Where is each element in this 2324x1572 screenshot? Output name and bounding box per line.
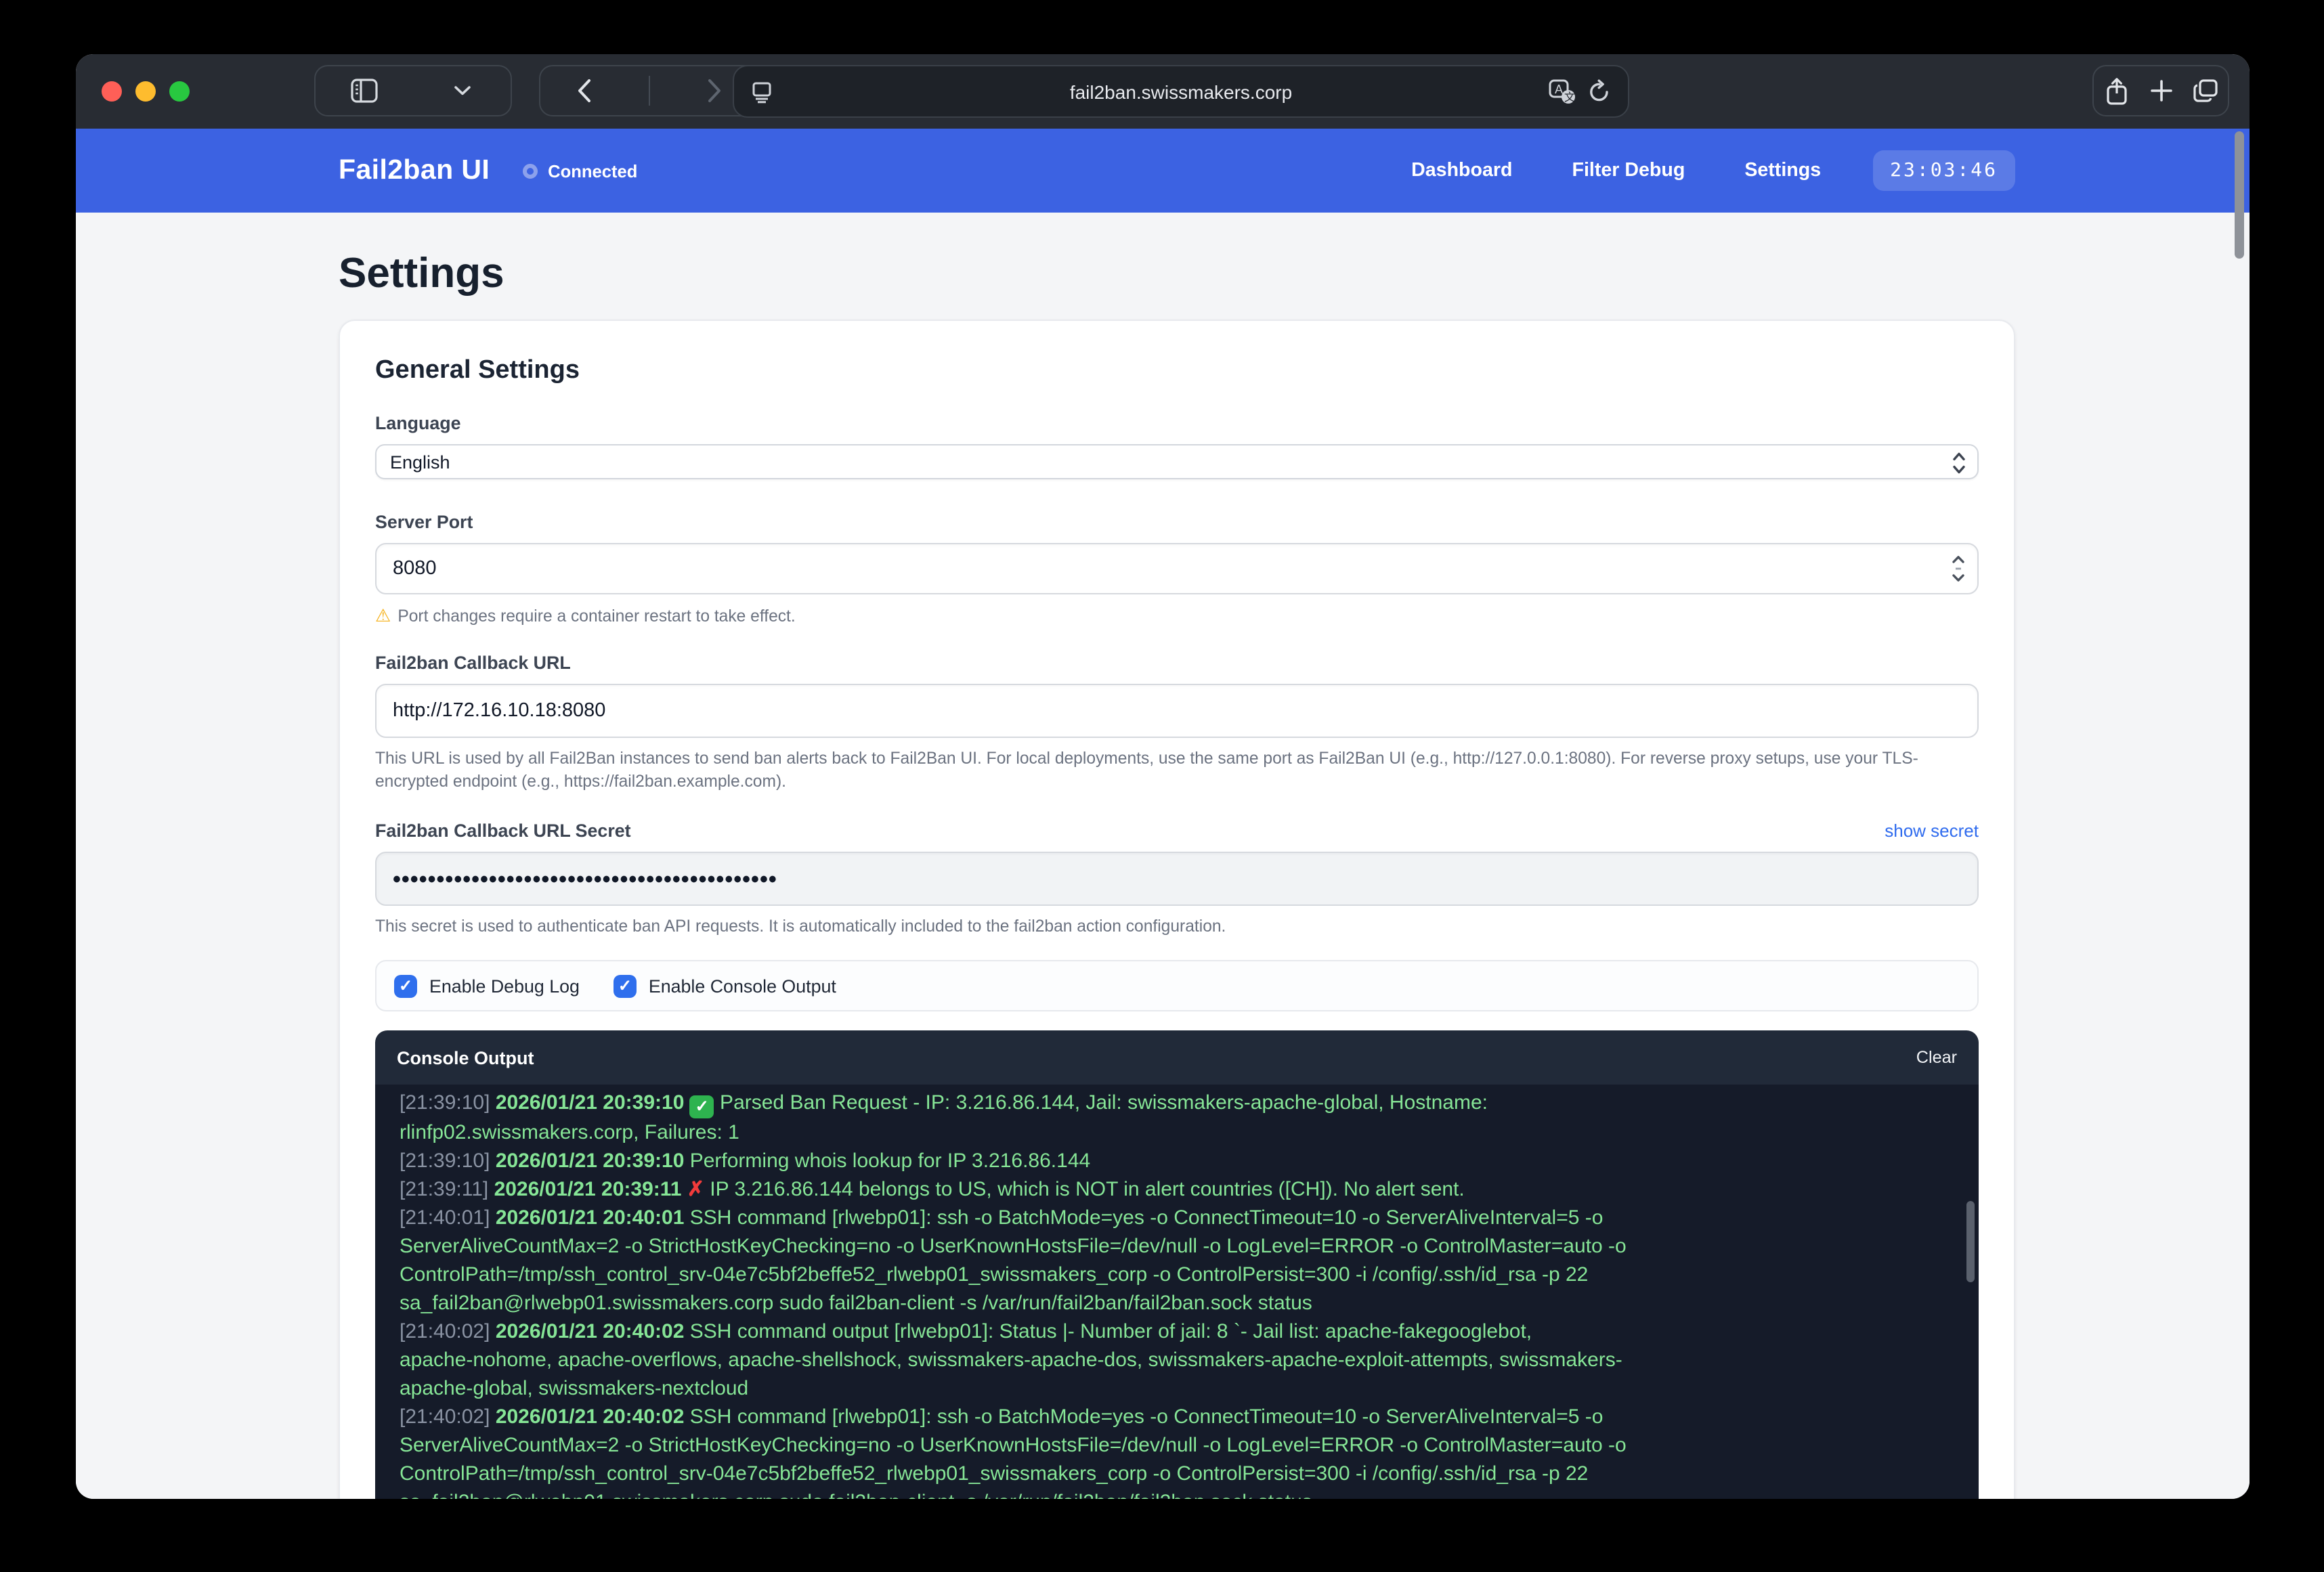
console-panel: Console Output Clear [21:39:10] 2026/01/… — [375, 1030, 1979, 1499]
back-icon[interactable] — [560, 66, 609, 115]
show-secret-link[interactable]: show secret — [1885, 821, 1979, 841]
console-output[interactable]: [21:39:10] 2026/01/21 20:39:10 ✓ Parsed … — [375, 1085, 1979, 1499]
console-header: Console Output Clear — [375, 1030, 1979, 1085]
select-stepper-icon — [1952, 451, 1966, 475]
new-tab-icon[interactable] — [2138, 66, 2183, 115]
log-options-panel: ✓ Enable Debug Log ✓ Enable Console Output — [375, 960, 1979, 1011]
url-text: fail2ban.swissmakers.corp — [734, 81, 1628, 102]
translate-icon[interactable]: A文 — [1548, 79, 1576, 106]
nav-link-settings[interactable]: Settings — [1744, 160, 1821, 181]
checkbox-checked-icon[interactable]: ✓ — [614, 974, 637, 997]
checkbox-label: Enable Console Output — [649, 976, 836, 996]
checkbox-label: Enable Debug Log — [429, 976, 580, 996]
history-nav-group — [539, 65, 760, 116]
chevron-down-icon[interactable] — [437, 66, 486, 115]
svg-text:文: 文 — [1564, 91, 1575, 104]
language-label: Language — [375, 413, 1979, 433]
screenshot-stage: fail2ban.swissmakers.corp A文 — [0, 0, 2324, 1572]
app-brand[interactable]: Fail2ban UI — [339, 154, 490, 187]
language-select[interactable]: English — [375, 444, 1979, 479]
sidebar-icon[interactable] — [340, 66, 389, 115]
callback-secret-label: Fail2ban Callback URL Secret — [375, 821, 631, 841]
minimize-window-button[interactable] — [135, 81, 156, 102]
console-line: [21:39:11] 2026/01/21 20:39:11 ✗ IP 3.21… — [400, 1175, 1965, 1204]
console-line: [21:40:02] 2026/01/21 20:40:02 SSH comma… — [400, 1403, 1965, 1431]
address-bar[interactable]: fail2ban.swissmakers.corp A文 — [733, 65, 1629, 118]
connection-status: Connected — [522, 160, 637, 181]
language-value: English — [390, 452, 450, 472]
server-port-input[interactable] — [375, 543, 1979, 594]
console-clear-button[interactable]: Clear — [1916, 1048, 1957, 1067]
section-title: General Settings — [375, 356, 1979, 386]
console-line: sa_fail2ban@rlwebp01.swissmakers.corp su… — [400, 1488, 1965, 1499]
console-line: sa_fail2ban@rlwebp01.swissmakers.corp su… — [400, 1289, 1965, 1317]
nav-link-dashboard[interactable]: Dashboard — [1411, 160, 1512, 181]
console-line: ServerAliveCountMax=2 -o StrictHostKeyCh… — [400, 1232, 1965, 1261]
console-line: ControlPath=/tmp/ssh_control_srv-04e7c5b… — [400, 1261, 1965, 1289]
callback-secret-help: This secret is used to authenticate ban … — [375, 915, 1979, 938]
console-line: [21:39:10] 2026/01/21 20:39:10 ✓ Parsed … — [400, 1089, 1965, 1118]
callback-url-input[interactable] — [375, 684, 1979, 738]
callback-url-help: This URL is used by all Fail2Ban instanc… — [375, 747, 1979, 793]
sidebar-toggle-group — [314, 65, 512, 116]
status-ring-icon — [522, 163, 537, 178]
toolbar-right-group — [2092, 65, 2229, 116]
console-line: apache-nohome, apache-overflows, apache-… — [400, 1346, 1965, 1374]
svg-text:A: A — [1555, 83, 1563, 96]
page-settings-icon[interactable] — [750, 77, 773, 107]
share-icon[interactable] — [2094, 66, 2138, 115]
checkbox-checked-icon[interactable]: ✓ — [394, 974, 417, 997]
console-line: [21:40:01] 2026/01/21 20:40:01 SSH comma… — [400, 1204, 1965, 1232]
clock-badge: 23:03:46 — [1872, 150, 2015, 191]
nav-link-filter-debug[interactable]: Filter Debug — [1572, 160, 1685, 181]
callback-secret-input[interactable] — [375, 852, 1979, 906]
server-port-label: Server Port — [375, 512, 1979, 532]
reload-icon[interactable] — [1587, 79, 1612, 106]
warning-icon: ⚠ — [375, 605, 391, 626]
console-line: ControlPath=/tmp/ssh_control_srv-04e7c5b… — [400, 1460, 1965, 1488]
port-warning: ⚠Port changes require a container restar… — [375, 604, 1979, 628]
number-stepper-icon[interactable] — [1950, 552, 1966, 585]
close-window-button[interactable] — [102, 81, 122, 102]
checkbox-item-enable-console-output[interactable]: ✓ Enable Console Output — [614, 974, 836, 997]
tab-overview-icon[interactable] — [2183, 66, 2228, 115]
page-scrollbar-thumb[interactable] — [2235, 131, 2244, 259]
page-content: Settings General Settings Language Engli… — [76, 213, 2250, 1499]
status-label: Connected — [548, 160, 637, 181]
browser-window: fail2ban.swissmakers.corp A文 — [76, 54, 2250, 1499]
console-title: Console Output — [397, 1047, 534, 1068]
error-cross-icon: ✗ — [687, 1178, 704, 1201]
console-line: rlinfp02.swissmakers.corp, Failures: 1 — [400, 1118, 1965, 1147]
callback-url-label: Fail2ban Callback URL — [375, 653, 1979, 673]
console-line: [21:39:10] 2026/01/21 20:39:10 Performin… — [400, 1147, 1965, 1175]
browser-toolbar: fail2ban.swissmakers.corp A文 — [76, 54, 2250, 129]
page-title: Settings — [339, 249, 504, 298]
general-settings-card: General Settings Language English Server… — [339, 320, 2015, 1499]
app-navbar: Fail2ban UI Connected Dashboard Filter De… — [76, 129, 2250, 213]
toolbar-divider — [649, 76, 650, 106]
console-line: ServerAliveCountMax=2 -o StrictHostKeyCh… — [400, 1431, 1965, 1460]
success-check-icon: ✓ — [690, 1095, 714, 1118]
zoom-window-button[interactable] — [169, 81, 190, 102]
console-scrollbar-thumb[interactable] — [1966, 1201, 1975, 1282]
console-line: apache-global, swissmakers-nextcloud — [400, 1374, 1965, 1403]
console-line: [21:40:02] 2026/01/21 20:40:02 SSH comma… — [400, 1317, 1965, 1346]
forward-icon[interactable] — [690, 66, 739, 115]
checkbox-item-enable-debug-log[interactable]: ✓ Enable Debug Log — [394, 974, 580, 997]
